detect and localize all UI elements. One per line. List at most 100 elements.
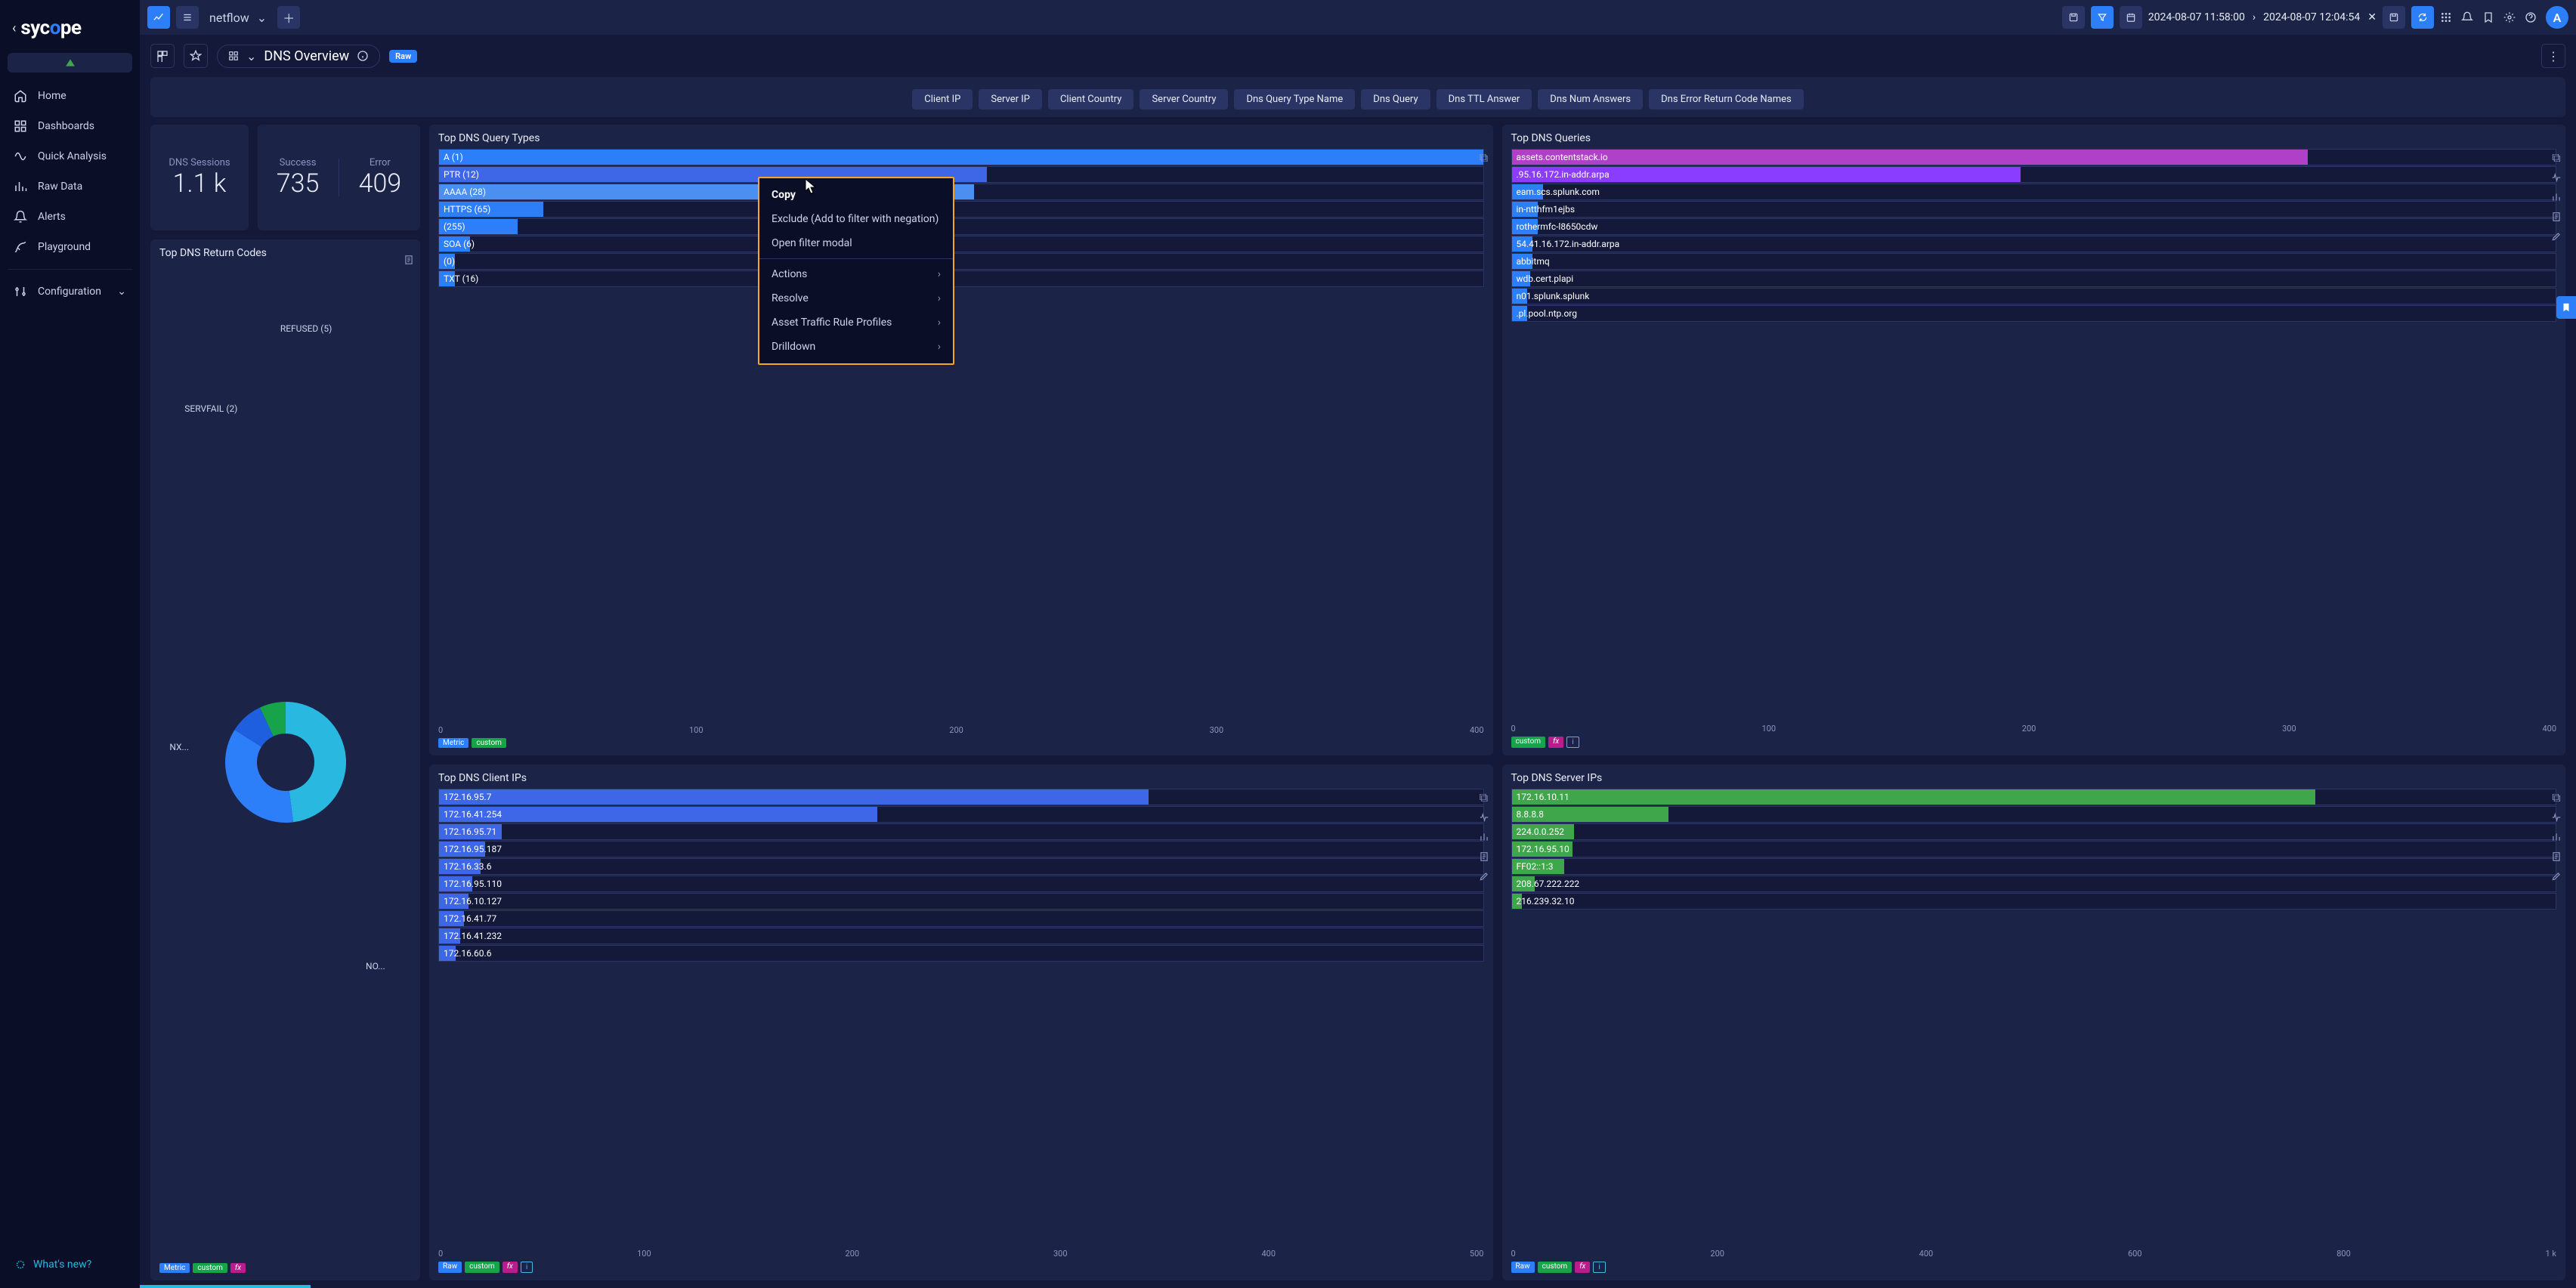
bar-row[interactable]: HTTPS (65) [438,201,1484,218]
edit-icon[interactable] [2550,870,2562,882]
bar-row[interactable]: assets.contentstack.io [1511,149,2557,165]
logo[interactable]: ‹ sycope [8,11,132,50]
bar-row[interactable]: 172.16.41.254 [438,806,1484,823]
refresh-button[interactable] [2411,6,2434,29]
doc-icon[interactable] [1478,851,1490,863]
bar-row[interactable]: (255) [438,218,1484,235]
apps-icon[interactable] [2440,11,2452,23]
stream-selector[interactable]: netflow ⌄ [205,8,271,28]
bar-chart[interactable]: 172.16.95.7172.16.41.254172.16.95.71172.… [438,789,1484,1273]
bar-chart[interactable]: assets.contentstack.io.95.16.172.in-addr… [1511,149,2557,748]
filter-pill[interactable]: Dns Num Answers [1538,89,1643,110]
bar-row[interactable]: 216.239.32.10 [1511,893,2557,910]
view-selector[interactable]: ⌄ DNS Overview [217,45,380,68]
pulse-icon[interactable] [2550,811,2562,823]
filter-pill[interactable]: Server IP [979,89,1042,110]
filter-pill[interactable]: Server Country [1140,89,1228,110]
bar-row[interactable]: 172.16.60.6 [438,945,1484,962]
nav-item-configuration[interactable]: Configuration ⌄ [8,277,132,306]
nav-item-playground[interactable]: Playground [8,233,132,261]
bar-row[interactable]: (0) [438,253,1484,270]
filter-button[interactable] [2091,6,2114,29]
filter-pill[interactable]: Dns Query [1361,89,1430,110]
bookmark-fab[interactable] [2556,296,2576,319]
bar-row[interactable]: 172.16.95.187 [438,841,1484,857]
copy-icon[interactable]: ⧉ [1478,152,1490,164]
pulse-icon[interactable] [2550,171,2562,184]
bar-row[interactable]: AAAA (28) [438,184,1484,200]
bar-row[interactable]: wdb.cert.plapi [1511,270,2557,287]
edit-icon[interactable] [2550,230,2562,242]
bar-chart[interactable]: A (1)PTR (12)AAAA (28)HTTPS (65) (255)SO… [438,149,1484,748]
add-stream-button[interactable]: ＋ [277,6,300,29]
nav-collapse-toggle[interactable] [8,53,132,73]
nav-item-quick-analysis[interactable]: Quick Analysis [8,142,132,171]
bar-row[interactable]: 8.8.8.8 [1511,806,2557,823]
nav-item-raw-data[interactable]: Raw Data [8,172,132,201]
context-menu-item[interactable]: Resolve› [759,286,953,310]
bar-row[interactable]: n01.splunk.splunk [1511,288,2557,304]
filter-pill[interactable]: Client Country [1048,89,1133,110]
filter-pill[interactable]: Client IP [912,89,973,110]
bar-row[interactable]: 172.16.95.7 [438,789,1484,805]
nav-item-home[interactable]: Home [8,82,132,110]
bar-row[interactable]: SOA (6) [438,236,1484,252]
bar-row[interactable]: rothermfc-l8650cdw [1511,218,2557,235]
save-range-button[interactable] [2383,6,2405,29]
bar-chart[interactable]: 172.16.10.118.8.8.8224.0.0.252172.16.95.… [1511,789,2557,1273]
bar-row[interactable]: PTR (12) [438,166,1484,183]
doc-icon[interactable] [2550,211,2562,223]
edit-icon[interactable] [1478,870,1490,882]
favorite-button[interactable] [184,44,208,68]
context-menu-item[interactable]: Drilldown› [759,335,953,359]
copy-icon[interactable]: ⧉ [2550,152,2562,164]
copy-icon[interactable]: ⧉ [1478,792,1490,804]
more-menu-button[interactable]: ⋮ [2541,44,2565,68]
context-menu-item[interactable]: Actions› [759,262,953,286]
context-menu-item[interactable]: Copy [759,183,953,207]
back-icon[interactable]: ‹ [12,20,16,36]
context-menu-item[interactable]: Asset Traffic Rule Profiles› [759,310,953,335]
notifications-icon[interactable] [2461,11,2473,23]
bar-row[interactable]: 172.16.10.11 [1511,789,2557,805]
bar-row[interactable]: 172.16.95.71 [438,823,1484,840]
gear-icon[interactable] [2503,11,2516,23]
bookmark-icon[interactable] [2482,11,2494,23]
calendar-button[interactable] [2120,6,2142,29]
bar-row[interactable]: 172.16.41.232 [438,928,1484,944]
user-avatar[interactable]: A [2546,6,2568,29]
list-mode-button[interactable] [176,6,199,29]
context-menu-item[interactable]: Exclude (Add to filter with negation) [759,207,953,231]
bars-icon[interactable] [1478,831,1490,843]
nav-item-dashboards[interactable]: Dashboards [8,112,132,141]
filter-pill[interactable]: Dns TTL Answer [1436,89,1532,110]
bar-row[interactable]: A (1) [438,149,1484,165]
close-icon[interactable]: ✕ [2367,11,2377,23]
copy-icon[interactable]: ⧉ [2550,792,2562,804]
pulse-icon[interactable] [1478,811,1490,823]
bar-row[interactable]: .pl.pool.ntp.org [1511,305,2557,322]
filter-pill[interactable]: Dns Query Type Name [1234,89,1355,110]
nav-item-alerts[interactable]: Alerts [8,202,132,231]
help-icon[interactable] [2525,11,2537,23]
doc-icon[interactable] [2550,851,2562,863]
context-menu-item[interactable]: Open filter modal [759,231,953,255]
bar-row[interactable]: 172.16.10.127 [438,893,1484,910]
layout-grid-button[interactable] [150,44,175,68]
bar-row[interactable]: 172.16.33.6 [438,858,1484,875]
bar-row[interactable]: 172.16.41.77 [438,910,1484,927]
bar-row[interactable]: TXT (16) [438,270,1484,287]
bar-row[interactable]: 208.67.222.222 [1511,876,2557,892]
info-icon[interactable] [357,50,369,62]
date-range[interactable]: 2024-08-07 11:58:00 › 2024-08-07 12:04:5… [2148,11,2377,23]
bar-row[interactable]: abbitmq [1511,253,2557,270]
bar-row[interactable]: 224.0.0.252 [1511,823,2557,840]
bar-row[interactable]: eam.scs.splunk.com [1511,184,2557,200]
context-menu[interactable]: CopyExclude (Add to filter with negation… [758,177,954,365]
bar-row[interactable]: .95.16.172.in-addr.arpa [1511,166,2557,183]
bar-row[interactable]: FF02::1:3 [1511,858,2557,875]
bar-row[interactable]: in-ntthfm1ejbs [1511,201,2557,218]
bars-icon[interactable] [2550,191,2562,203]
chart-mode-button[interactable] [147,6,170,29]
save-view-button[interactable] [2062,6,2085,29]
